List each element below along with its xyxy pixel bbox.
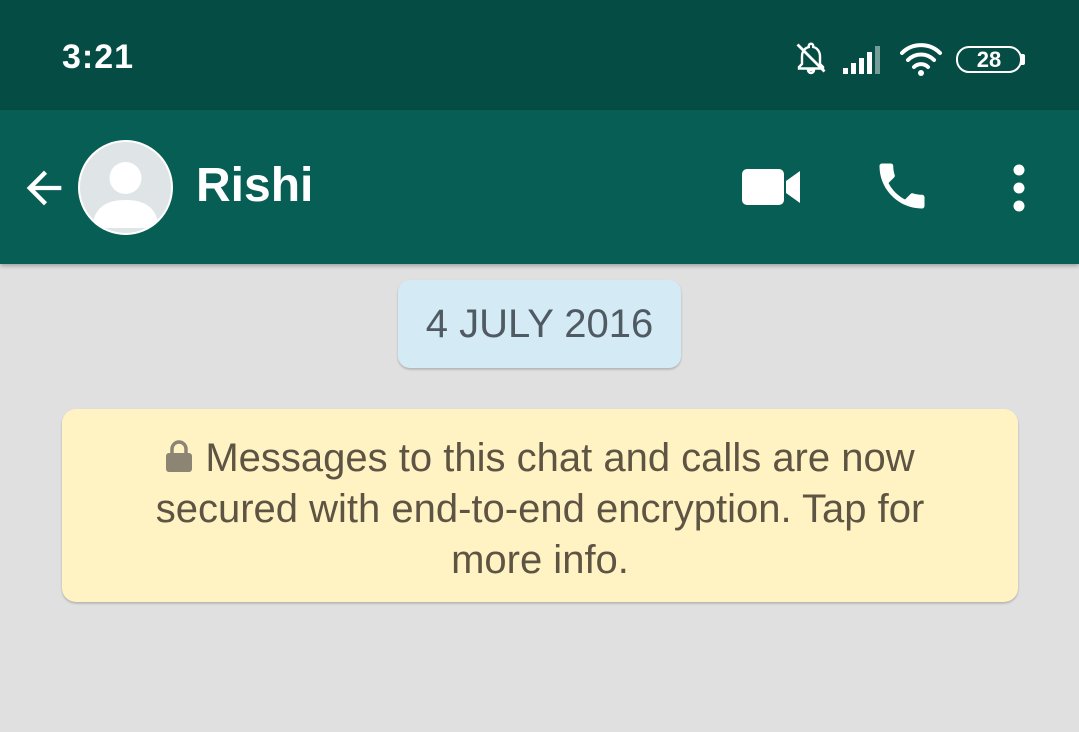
battery-icon: 28	[956, 46, 1022, 73]
date-chip: 4 JULY 2016	[398, 280, 681, 368]
more-vert-icon[interactable]	[1000, 160, 1038, 216]
app-bar: Rishi	[0, 110, 1079, 264]
encryption-notice-text: Messages to this chat and calls are now …	[155, 436, 925, 582]
avatar-placeholder-icon	[92, 162, 159, 228]
phone-icon[interactable]	[872, 156, 932, 216]
encryption-notice[interactable]: Messages to this chat and calls are now …	[62, 409, 1018, 602]
notifications-muted-icon	[796, 42, 826, 75]
status-bar: 3:21 28	[0, 0, 1079, 110]
avatar[interactable]	[78, 140, 173, 235]
back-arrow-icon[interactable]	[18, 162, 70, 214]
chat-area[interactable]: 4 JULY 2016 Messages to this chat and ca…	[0, 264, 1079, 732]
contact-name[interactable]: Rishi	[196, 158, 313, 213]
battery-nub	[1021, 54, 1025, 65]
video-call-icon[interactable]	[740, 165, 802, 209]
signal-icon	[843, 46, 880, 74]
status-icons: 28	[793, 40, 1033, 80]
status-time: 3:21	[62, 38, 135, 76]
lock-icon	[166, 440, 193, 472]
wifi-icon	[900, 43, 942, 76]
